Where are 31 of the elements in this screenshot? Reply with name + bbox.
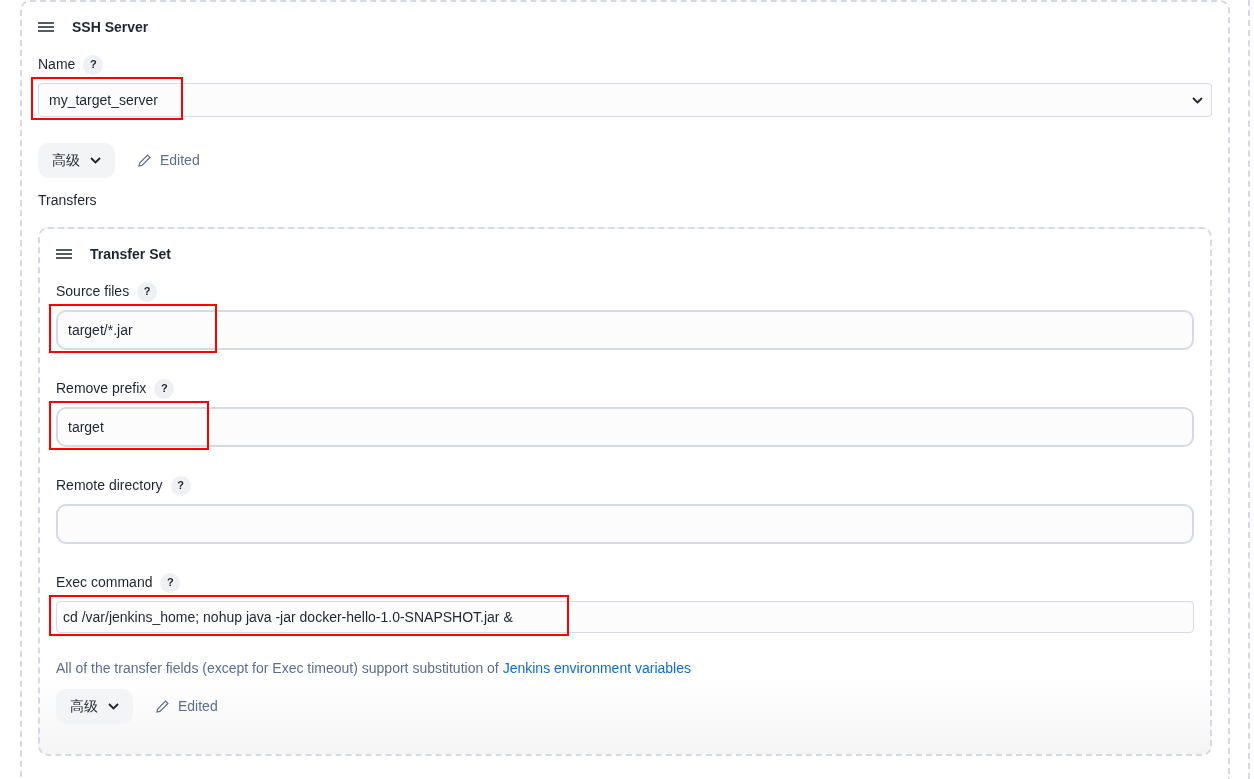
link[interactable]: Jenkins environment variables xyxy=(502,660,691,676)
pencil-icon xyxy=(137,153,152,168)
field-label: Name xyxy=(38,55,76,74)
advanced-button[interactable]: 高级 xyxy=(56,689,133,724)
section-title: Transfer Set xyxy=(90,244,171,264)
help-button[interactable]: ? xyxy=(154,378,175,399)
section-label: Transfers xyxy=(38,191,98,210)
field-label: Source files xyxy=(56,282,130,301)
name-select[interactable]: my_target_server xyxy=(38,83,1212,117)
chevron-down-icon xyxy=(1192,96,1203,104)
chevron-down-icon xyxy=(108,703,119,710)
help-button[interactable]: ? xyxy=(170,475,191,496)
advanced-button[interactable]: 高级 xyxy=(38,143,115,178)
pencil-icon xyxy=(155,699,170,714)
help-button[interactable]: ? xyxy=(160,572,181,593)
input-field[interactable]: target/*.jar xyxy=(56,310,1194,350)
help-button[interactable]: ? xyxy=(83,54,104,75)
section-title: SSH Server xyxy=(72,17,149,37)
drag-handle-icon[interactable] xyxy=(56,249,72,259)
field-label: Remote directory xyxy=(56,476,163,495)
help-button[interactable]: ? xyxy=(137,281,158,302)
command-textarea[interactable]: cd /var/jenkins_home; nohup java -jar docker-hello-1.0-SNAPSHOT.jar & xyxy=(56,601,1194,633)
drag-handle-icon[interactable] xyxy=(38,22,54,32)
edited-indicator: Edited xyxy=(155,696,218,717)
help-text: All of the transfer fields (except for Exec timeout) support substitution of Jenkins environment variables xyxy=(56,659,692,678)
field-label: Exec command xyxy=(56,573,153,592)
edited-indicator: Edited xyxy=(137,150,200,171)
chevron-down-icon xyxy=(90,157,101,164)
input-field[interactable]: target xyxy=(56,407,1194,447)
field-label: Remove prefix xyxy=(56,379,147,398)
input-field[interactable] xyxy=(56,504,1194,544)
